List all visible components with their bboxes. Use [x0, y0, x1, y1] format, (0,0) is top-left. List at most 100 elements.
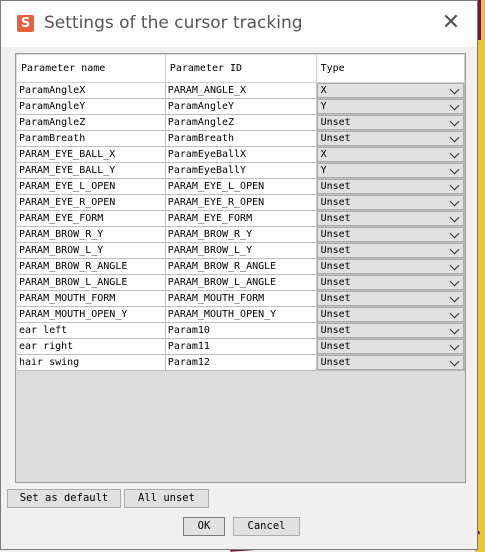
parameter-id-cell: ParamAngleZ: [165, 114, 317, 131]
type-dropdown[interactable]: Unset: [316, 195, 464, 210]
parameter-name-cell: ParamAngleY: [17, 98, 166, 115]
table-header-row: Parameter name Parameter ID Type: [17, 55, 466, 83]
table-row[interactable]: PARAM_MOUTH_OPEN_Y PARAM_MOUTH_OPEN_Y Unse…: [17, 306, 466, 323]
type-dropdown-value: Unset: [320, 357, 351, 368]
type-cell: Unset: [316, 306, 466, 323]
ok-button[interactable]: OK: [183, 517, 225, 536]
chevron-down-icon[interactable]: [449, 212, 460, 223]
chevron-down-icon[interactable]: [449, 180, 460, 191]
type-cell: Y: [316, 162, 466, 179]
close-icon[interactable]: ✕: [439, 11, 463, 35]
table-row[interactable]: PARAM_BROW_R_ANGLE PARAM_BROW_R_ANGLE Unse…: [17, 258, 466, 275]
column-header-parameter-name[interactable]: Parameter name: [17, 55, 166, 83]
type-dropdown-value: Y: [320, 101, 327, 112]
type-cell: Unset: [316, 258, 466, 275]
parameter-name-cell: PARAM_EYE_FORM: [17, 210, 166, 227]
table-row[interactable]: PARAM_BROW_R_Y PARAM_BROW_R_Y Unset: [17, 226, 466, 243]
chevron-down-icon[interactable]: [449, 324, 460, 335]
table-row[interactable]: ParamAngleZ ParamAngleZ Unset: [17, 114, 466, 131]
cancel-button[interactable]: Cancel: [233, 517, 300, 536]
type-dropdown[interactable]: Y: [316, 99, 464, 114]
type-dropdown[interactable]: Unset: [316, 115, 464, 130]
table-row[interactable]: ear left Param10 Unset: [17, 322, 466, 339]
column-header-type[interactable]: Type: [316, 55, 466, 83]
table-row[interactable]: PARAM_EYE_L_OPEN PARAM_EYE_L_OPEN Unset: [17, 178, 466, 195]
parameter-name-cell: PARAM_MOUTH_FORM: [17, 290, 166, 307]
type-dropdown-value: Y: [320, 165, 327, 176]
chevron-down-icon[interactable]: [449, 148, 460, 159]
table-row[interactable]: PARAM_EYE_BALL_Y ParamEyeBallY Y: [17, 162, 466, 179]
parameter-name-cell: PARAM_BROW_R_Y: [17, 226, 166, 243]
type-dropdown[interactable]: X: [316, 147, 464, 162]
type-dropdown[interactable]: Unset: [316, 355, 464, 370]
type-dropdown[interactable]: Unset: [316, 243, 464, 258]
type-dropdown[interactable]: Unset: [316, 227, 464, 242]
parameter-name-cell: PARAM_BROW_L_ANGLE: [17, 274, 166, 291]
table-row[interactable]: ear right Param11 Unset: [17, 338, 466, 355]
chevron-down-icon[interactable]: [449, 100, 460, 111]
title-bar[interactable]: S Settings of the cursor tracking ✕: [1, 1, 477, 47]
type-cell: X: [316, 146, 466, 163]
chevron-down-icon[interactable]: [449, 116, 460, 127]
chevron-down-icon[interactable]: [449, 132, 460, 143]
parameter-table-area[interactable]: Parameter name Parameter ID Type ParamAn…: [15, 53, 466, 483]
type-dropdown-value: X: [320, 149, 327, 160]
table-row[interactable]: hair swing Param12 Unset: [17, 354, 466, 371]
type-dropdown[interactable]: Unset: [316, 339, 464, 354]
type-dropdown[interactable]: X: [316, 83, 464, 98]
chevron-down-icon[interactable]: [449, 308, 460, 319]
type-cell: Unset: [316, 354, 466, 371]
parameter-name-cell: ParamAngleZ: [17, 114, 166, 131]
type-dropdown[interactable]: Unset: [316, 211, 464, 226]
type-dropdown[interactable]: Unset: [316, 291, 464, 306]
type-dropdown-value: Unset: [320, 213, 351, 224]
chevron-down-icon[interactable]: [449, 292, 460, 303]
chevron-down-icon[interactable]: [449, 260, 460, 271]
parameter-name-cell: PARAM_BROW_R_ANGLE: [17, 258, 166, 275]
type-dropdown[interactable]: Unset: [316, 307, 464, 322]
type-dropdown[interactable]: Unset: [316, 179, 464, 194]
chevron-down-icon[interactable]: [449, 196, 460, 207]
type-cell: Unset: [316, 210, 466, 227]
type-cell: Unset: [316, 226, 466, 243]
type-dropdown[interactable]: Y: [316, 163, 464, 178]
table-row[interactable]: ParamBreath ParamBreath Unset: [17, 130, 466, 147]
type-dropdown[interactable]: Unset: [316, 275, 464, 290]
chevron-down-icon[interactable]: [449, 356, 460, 367]
parameter-name-cell: ear right: [17, 338, 166, 355]
set-as-default-button[interactable]: Set as default: [7, 489, 121, 508]
type-cell: Y: [316, 98, 466, 115]
type-cell: X: [316, 82, 466, 99]
parameter-id-cell: Param11: [165, 338, 317, 355]
type-dropdown[interactable]: Unset: [316, 131, 464, 146]
table-row[interactable]: PARAM_MOUTH_FORM PARAM_MOUTH_FORM Unset: [17, 290, 466, 307]
table-row[interactable]: ParamAngleY ParamAngleY Y: [17, 98, 466, 115]
column-header-parameter-id[interactable]: Parameter ID: [165, 55, 317, 83]
chevron-down-icon[interactable]: [449, 340, 460, 351]
parameter-id-cell: Param10: [165, 322, 317, 339]
chevron-down-icon[interactable]: [449, 84, 460, 95]
type-dropdown-value: Unset: [320, 293, 351, 304]
table-row[interactable]: PARAM_EYE_FORM PARAM_EYE_FORM Unset: [17, 210, 466, 227]
parameter-id-cell: PARAM_BROW_L_ANGLE: [165, 274, 317, 291]
type-dropdown[interactable]: Unset: [316, 259, 464, 274]
chevron-down-icon[interactable]: [449, 164, 460, 175]
chevron-down-icon[interactable]: [449, 228, 460, 239]
table-row[interactable]: PARAM_BROW_L_ANGLE PARAM_BROW_L_ANGLE Unse…: [17, 274, 466, 291]
type-dropdown-value: Unset: [320, 117, 351, 128]
chevron-down-icon[interactable]: [449, 276, 460, 287]
parameter-name-cell: PARAM_EYE_BALL_X: [17, 146, 166, 163]
chevron-down-icon[interactable]: [449, 244, 460, 255]
parameter-id-cell: ParamAngleY: [165, 98, 317, 115]
parameter-table: Parameter name Parameter ID Type ParamAn…: [17, 55, 466, 371]
parameter-id-cell: PARAM_EYE_L_OPEN: [165, 178, 317, 195]
table-row[interactable]: PARAM_EYE_BALL_X ParamEyeBallX X: [17, 146, 466, 163]
table-row[interactable]: ParamAngleX PARAM_ANGLE_X X: [17, 82, 466, 99]
type-dropdown-value: Unset: [320, 309, 351, 320]
table-row[interactable]: PARAM_EYE_R_OPEN PARAM_EYE_R_OPEN Unset: [17, 194, 466, 211]
table-row[interactable]: PARAM_BROW_L_Y PARAM_BROW_L_Y Unset: [17, 242, 466, 259]
all-unset-button[interactable]: All unset: [124, 489, 209, 508]
type-dropdown[interactable]: Unset: [316, 323, 464, 338]
type-cell: Unset: [316, 178, 466, 195]
app-icon: S: [17, 15, 34, 32]
